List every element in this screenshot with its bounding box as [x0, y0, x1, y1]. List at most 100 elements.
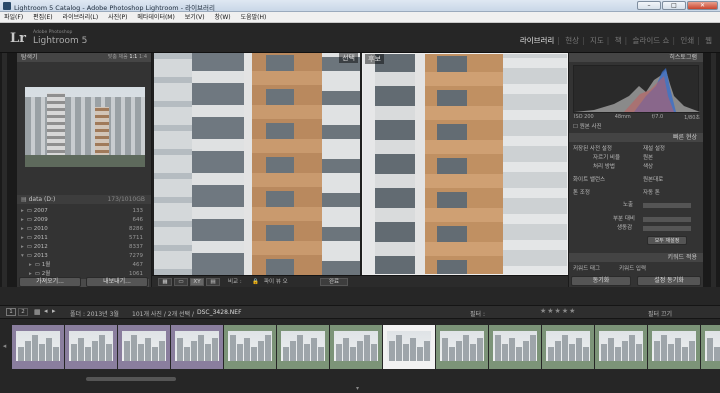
- filmstrip-bar: 1 2 ▦ ◂ ▸ 폴더 : 2013년 3월 101개 사진 / 2개 선택 …: [0, 305, 720, 319]
- menu-window[interactable]: 창(W): [211, 12, 235, 23]
- source-path[interactable]: 폴더 : 2013년 3월: [70, 309, 119, 318]
- reset-all-button[interactable]: 모두 재설정: [647, 236, 687, 245]
- zoom-fill[interactable]: 채움: [119, 54, 128, 60]
- filmstrip-thumb[interactable]: [65, 325, 117, 369]
- rating-filter-icons[interactable]: ★★★★★: [540, 307, 576, 315]
- thumb-image: [16, 331, 60, 361]
- filmstrip-thumb[interactable]: [330, 325, 382, 369]
- menu-help[interactable]: 도움말(H): [237, 12, 271, 23]
- folder-item[interactable]: ▸ ▭ 2009 646: [21, 216, 149, 224]
- maximize-button[interactable]: □: [662, 1, 686, 10]
- sync-settings-button[interactable]: 설정 동기화: [637, 276, 701, 286]
- menu-library[interactable]: 라이브러리(L): [59, 12, 103, 23]
- filmstrip-thumb[interactable]: [12, 325, 64, 369]
- app-icon: [3, 2, 11, 10]
- clarity-slider[interactable]: [643, 217, 691, 222]
- folder-item[interactable]: ▸ ▭ 2011 5711: [21, 234, 149, 242]
- left-panel-collapse[interactable]: [2, 53, 7, 287]
- done-button[interactable]: 완료: [320, 278, 348, 286]
- thumb-image: [440, 331, 484, 361]
- filmstrip-thumb[interactable]: [489, 325, 541, 369]
- zoom-1-1[interactable]: 1:1: [129, 54, 137, 60]
- folders-volume[interactable]: ▤ data (D:) 173/1010GB: [17, 195, 151, 204]
- crop-ratio-row: 자르기 비율 원본: [593, 155, 654, 161]
- filmstrip-thumb[interactable]: [701, 325, 720, 369]
- thumb-image: [546, 331, 590, 361]
- menu-photo[interactable]: 사진(P): [104, 12, 131, 23]
- vibrance-row: 생동감: [573, 224, 699, 232]
- treatment-row: 처리 방법 색상: [593, 164, 654, 170]
- folder-item[interactable]: ▾ ▭ 2013 7279: [21, 252, 149, 260]
- back-arrow-icon[interactable]: ◂: [44, 307, 48, 315]
- module-develop[interactable]: 현상: [565, 36, 579, 45]
- filmstrip-thumb[interactable]: [118, 325, 170, 369]
- sync-button[interactable]: 동기화: [571, 276, 631, 286]
- vibrance-slider[interactable]: [643, 226, 691, 231]
- grid-icon[interactable]: ▦: [34, 308, 41, 316]
- forward-arrow-icon[interactable]: ▸: [52, 307, 56, 315]
- folder-item[interactable]: ▸ ▭ 2010 8286: [21, 225, 149, 233]
- filmstrip-thumb-selected[interactable]: [383, 325, 435, 369]
- loupe-view-icon[interactable]: ▭: [174, 278, 188, 286]
- navigator-preview[interactable]: [25, 87, 145, 167]
- zoom-fit[interactable]: 맞춤: [108, 54, 117, 60]
- filmstrip-thumb[interactable]: [171, 325, 223, 369]
- right-panel-collapse[interactable]: [711, 53, 716, 287]
- menu-view[interactable]: 보기(V): [181, 12, 209, 23]
- compare-label: 비교 :: [228, 279, 242, 285]
- thumb-image: [387, 331, 431, 361]
- select-photo[interactable]: 선택: [154, 53, 360, 275]
- filmstrip: ◂ ▸ ▾: [0, 319, 720, 393]
- module-web[interactable]: 웹: [705, 36, 712, 45]
- folder-icon: ▭: [26, 253, 34, 259]
- zoom-label[interactable]: 파이 뷰 오: [264, 278, 288, 286]
- keywording-header[interactable]: 키워드 적용: [569, 253, 703, 262]
- compare-view-icon[interactable]: XY: [190, 278, 204, 286]
- histogram-header[interactable]: 히스토그램: [569, 53, 703, 62]
- module-map[interactable]: 지도: [590, 36, 604, 45]
- export-button[interactable]: 내보내기...: [86, 277, 148, 287]
- collapse-bottom-arrow[interactable]: ▾: [356, 385, 359, 392]
- folder-item[interactable]: ▸ ▭ 2007 133: [21, 207, 149, 215]
- menu-metadata[interactable]: 메타데이터(M): [133, 12, 178, 23]
- import-button[interactable]: 가져오기...: [19, 277, 81, 287]
- folder-item[interactable]: ▸ ▭ 2012 8337: [21, 243, 149, 251]
- grid-view-icon[interactable]: ▦: [158, 278, 172, 286]
- candidate-photo[interactable]: 후보: [362, 53, 568, 275]
- exposure-slider[interactable]: [643, 203, 691, 208]
- quick-develop-header[interactable]: 빠른 현상: [569, 133, 703, 142]
- navigator-title: 탐색기: [21, 54, 38, 61]
- filter-off-button[interactable]: 필터 끄기: [648, 309, 672, 318]
- close-button[interactable]: ✕: [687, 1, 718, 10]
- module-book[interactable]: 책: [615, 36, 622, 45]
- white-balance-row: 화이트 밸런스 원본대로: [573, 177, 664, 183]
- module-slideshow[interactable]: 슬라이드 쇼: [633, 36, 670, 45]
- histo-iso: ISO 200: [574, 114, 594, 120]
- folder-item[interactable]: ▸ ▭ 1월 467: [21, 261, 149, 269]
- original-photo-toggle[interactable]: ☐ 원본 사진: [573, 123, 699, 131]
- module-library[interactable]: 라이브러리: [520, 36, 555, 45]
- filmstrip-thumb[interactable]: [595, 325, 647, 369]
- navigator-header[interactable]: 탐색기 맞춤 채움 1:1 1:4: [17, 53, 151, 62]
- minimize-button[interactable]: –: [637, 1, 661, 10]
- lock-icon[interactable]: 🔒: [252, 278, 259, 286]
- filmstrip-thumb[interactable]: [224, 325, 276, 369]
- module-print[interactable]: 인쇄: [680, 36, 694, 45]
- folder-icon: ▭: [26, 208, 34, 214]
- page-1-button[interactable]: 1: [6, 308, 16, 316]
- survey-view-icon[interactable]: ▤: [206, 278, 220, 286]
- filmstrip-thumb[interactable]: [648, 325, 700, 369]
- filmstrip-thumb[interactable]: [436, 325, 488, 369]
- filmstrip-left-arrow[interactable]: ◂: [1, 339, 8, 353]
- folder-icon: ▭: [34, 262, 42, 268]
- volume-name: data (D:): [28, 196, 56, 203]
- histo-shutter: 1/80초: [684, 115, 700, 121]
- filmstrip-scrollbar[interactable]: [86, 377, 176, 381]
- menu-file[interactable]: 파일(F): [0, 12, 27, 23]
- menu-edit[interactable]: 편집(E): [29, 12, 57, 23]
- filmstrip-thumb[interactable]: [277, 325, 329, 369]
- zoom-1-4[interactable]: 1:4: [139, 54, 147, 60]
- page-2-button[interactable]: 2: [18, 308, 28, 316]
- candidate-label: 후보: [365, 54, 384, 64]
- filmstrip-thumb[interactable]: [542, 325, 594, 369]
